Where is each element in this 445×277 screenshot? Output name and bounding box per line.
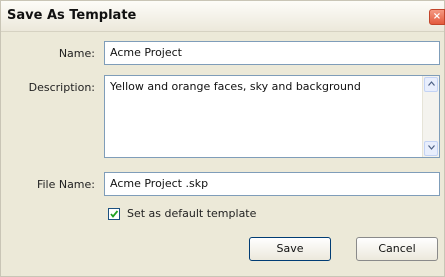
save-button[interactable]: Save — [249, 237, 331, 261]
default-template-checkbox[interactable] — [108, 208, 120, 220]
chevron-down-icon — [427, 145, 435, 150]
save-as-template-dialog: Save As Template × Name: Acme Project De… — [0, 0, 445, 277]
name-input-value: Acme Project — [110, 46, 182, 59]
file-name-input[interactable]: Acme Project .skp — [104, 172, 440, 196]
chevron-up-icon — [427, 81, 435, 86]
description-textarea[interactable]: Yellow and orange faces, sky and backgro… — [104, 75, 440, 158]
description-textarea-value: Yellow and orange faces, sky and backgro… — [110, 80, 361, 93]
name-input[interactable]: Acme Project — [104, 41, 440, 65]
title-bar[interactable]: Save As Template × — [1, 1, 445, 32]
cancel-button[interactable]: Cancel — [356, 237, 438, 261]
close-icon: × — [432, 11, 442, 22]
checkmark-icon — [110, 210, 119, 218]
file-name-label: File Name: — [36, 178, 95, 191]
description-label: Description: — [28, 81, 95, 94]
scroll-down-button[interactable] — [424, 141, 438, 156]
dialog-title: Save As Template — [7, 8, 137, 23]
description-scrollbar[interactable] — [422, 76, 439, 157]
cancel-button-label: Cancel — [378, 242, 416, 255]
save-button-label: Save — [276, 242, 304, 255]
name-label: Name: — [58, 47, 95, 60]
scroll-up-button[interactable] — [424, 77, 438, 92]
close-button[interactable]: × — [429, 9, 445, 25]
default-template-label[interactable]: Set as default template — [127, 207, 256, 220]
file-name-input-value: Acme Project .skp — [110, 177, 209, 190]
